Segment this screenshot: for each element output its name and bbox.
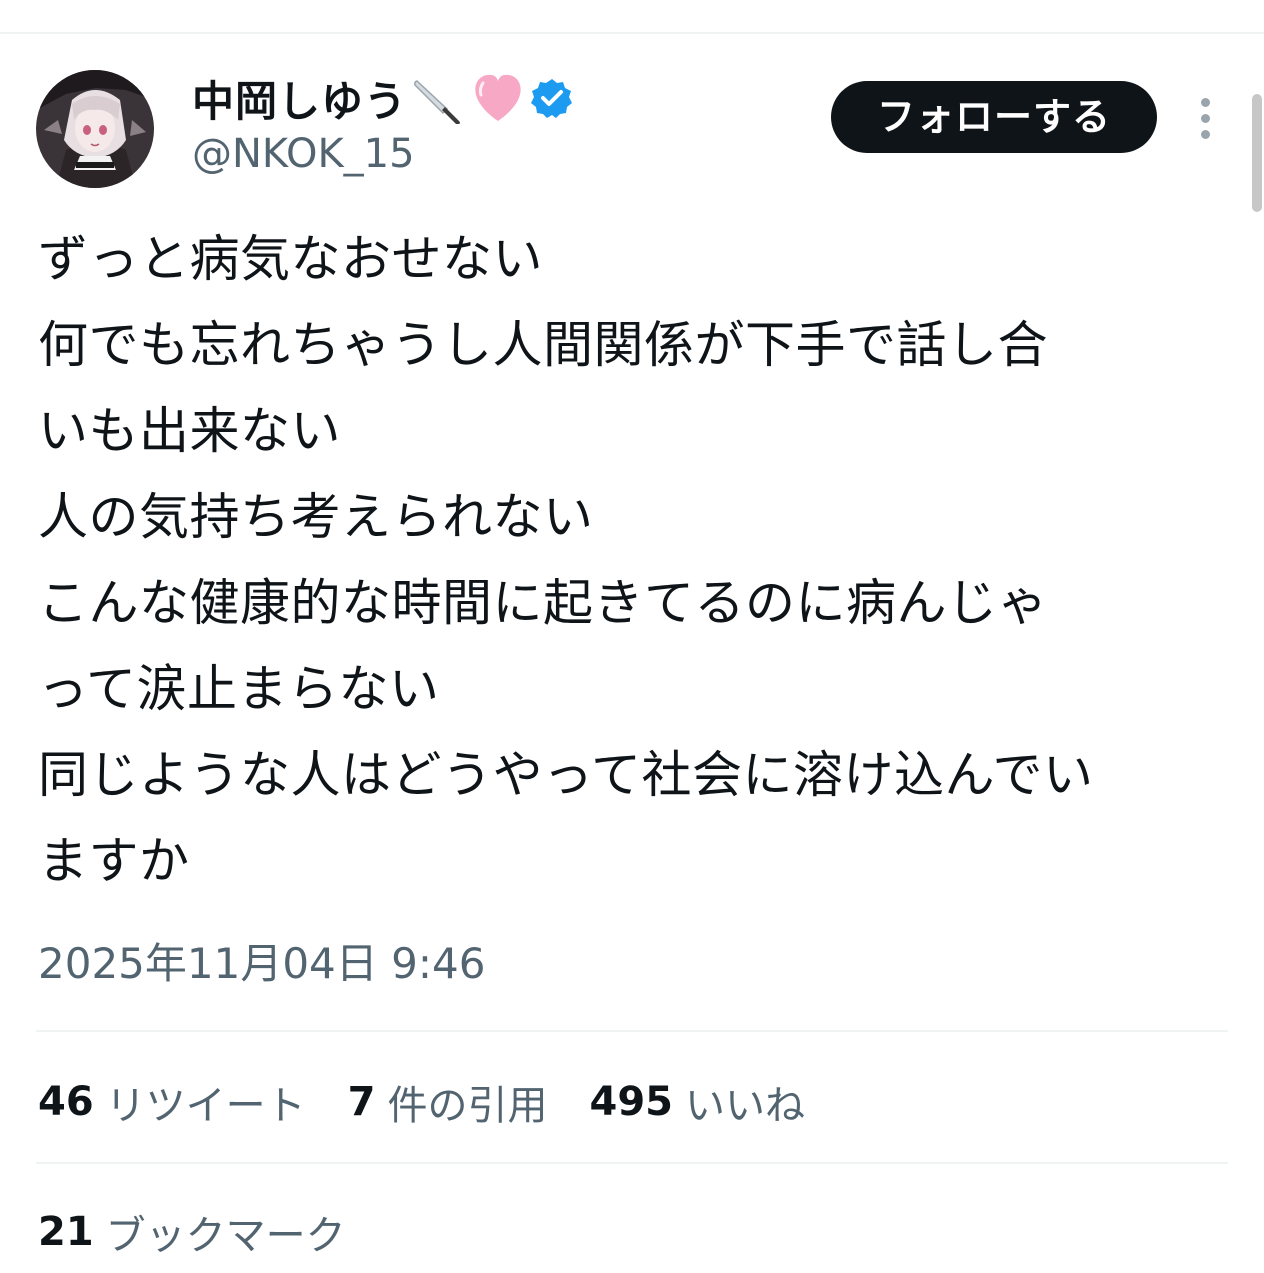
stats-divider-bottom xyxy=(36,1162,1228,1164)
pink-heart-icon xyxy=(469,71,527,125)
engagement-stats: 46 リツイート 7 件の引用 495 いいね xyxy=(38,1072,847,1132)
like-label: いいね xyxy=(685,1083,806,1129)
tweet-text: ずっと病気なおせない 何でも忘れちゃうし人間関係が下手で話し合 いも出来ない 人… xyxy=(38,216,1238,904)
tweet-line: 人の気持ち考えられない xyxy=(38,488,594,546)
tweet-line: ますか xyxy=(38,832,190,890)
tweet-line: ずっと病気なおせない xyxy=(38,230,543,288)
knife-icon xyxy=(411,71,465,125)
author-handle[interactable]: @NKOK_15 xyxy=(192,130,415,178)
bookmark-count: 21 xyxy=(38,1209,94,1255)
retweet-count: 46 xyxy=(38,1079,94,1125)
display-name-row: 中岡しゆう xyxy=(192,66,573,130)
like-stat[interactable]: 495 いいね xyxy=(590,1073,806,1131)
retweet-label: リツイート xyxy=(105,1083,306,1129)
quote-label: 件の引用 xyxy=(387,1083,548,1129)
tweet-line: こんな健康的な時間に起きてるのに病んじゃ xyxy=(38,574,1048,632)
quote-count: 7 xyxy=(347,1079,376,1125)
like-count: 495 xyxy=(589,1079,674,1125)
display-name[interactable]: 中岡しゆう xyxy=(192,68,407,129)
quote-stat[interactable]: 7 件の引用 xyxy=(348,1073,548,1131)
tweet-timestamp[interactable]: 2025年11月04日 9:46 xyxy=(38,936,485,992)
tweet-line: って涙止まらない xyxy=(38,660,440,718)
avatar[interactable] xyxy=(36,70,154,188)
bookmark-stat[interactable]: 21 ブックマーク xyxy=(38,1202,346,1262)
retweet-stat[interactable]: 46 リツイート xyxy=(38,1073,306,1131)
tweet-line: 何でも忘れちゃうし人間関係が下手で話し合 xyxy=(38,316,1048,374)
bookmark-label: ブックマーク xyxy=(105,1213,346,1259)
more-options-icon[interactable] xyxy=(1186,94,1226,142)
tweet-line: 同じような人はどうやって社会に溶け込んでい xyxy=(38,746,1094,804)
scrollbar[interactable] xyxy=(1252,94,1262,212)
verified-badge-icon[interactable] xyxy=(531,77,573,119)
stats-divider-top xyxy=(36,1030,1228,1032)
top-divider xyxy=(0,32,1264,34)
follow-button[interactable]: フォローする xyxy=(831,81,1157,153)
tweet-line: いも出来ない xyxy=(38,402,341,460)
